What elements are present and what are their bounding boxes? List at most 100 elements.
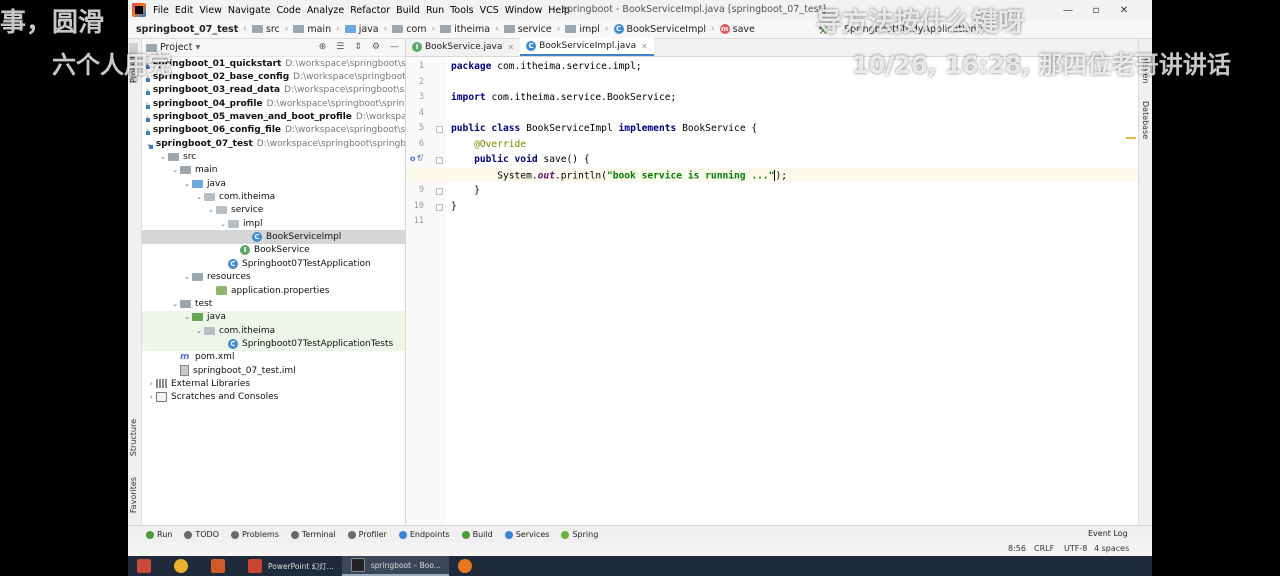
tree-item-impl[interactable]: ⌄ impl bbox=[142, 217, 405, 230]
chevron-right-icon[interactable]: › bbox=[146, 380, 156, 388]
fold-marker-icon[interactable] bbox=[436, 188, 443, 195]
tree-item-springboot-07-test-iml[interactable]: springboot_07_test.iml bbox=[142, 364, 405, 377]
tree-item-resources[interactable]: ⌄ resources bbox=[142, 271, 405, 284]
tool-window-terminal[interactable]: Terminal bbox=[290, 530, 336, 539]
tree-item-java[interactable]: ⌄ java bbox=[142, 310, 405, 324]
gear-icon[interactable]: ⚙ bbox=[372, 42, 380, 52]
tree-item-external-libraries[interactable]: › External Libraries bbox=[142, 377, 405, 390]
tree-item-springboot07testapplicationtests[interactable]: C Springboot07TestApplicationTests bbox=[142, 337, 405, 351]
chevron-down-icon[interactable]: ⌄ bbox=[158, 153, 168, 161]
menu-vcs[interactable]: VCS bbox=[477, 5, 502, 16]
menu-refactor[interactable]: Refactor bbox=[347, 5, 393, 16]
tree-item-springboot-01-quickstart[interactable]: › springboot_01_quickstart D:\workspace\sp… bbox=[142, 57, 405, 70]
tree-item-bookserviceimpl[interactable]: C BookServiceImpl bbox=[142, 230, 405, 244]
menu-tools[interactable]: Tools bbox=[447, 5, 476, 16]
tool-window-spring[interactable]: Spring bbox=[561, 530, 598, 539]
chevron-down-icon[interactable]: ⌄ bbox=[170, 166, 180, 174]
tool-window-build[interactable]: Build bbox=[461, 530, 493, 539]
breadcrumb-item-impl[interactable]: impl bbox=[565, 24, 600, 35]
tool-window-profiler[interactable]: Profiler bbox=[347, 530, 387, 539]
chevron-down-icon[interactable]: ⌄ bbox=[182, 313, 192, 321]
tool-window-endpoints[interactable]: Endpoints bbox=[398, 530, 450, 539]
project-panel-title[interactable]: Project bbox=[160, 42, 193, 53]
fold-marker-icon[interactable] bbox=[436, 157, 443, 164]
tree-item-src[interactable]: ⌄ src bbox=[142, 150, 405, 163]
tab-bookservice-java[interactable]: I BookService.java ✕ bbox=[406, 38, 520, 56]
tree-item-springboot-06-config-file[interactable]: › springboot_06_config_file D:\workspace\s… bbox=[142, 124, 405, 137]
tool-window-run[interactable]: Run bbox=[146, 530, 172, 539]
breadcrumb-item-save[interactable]: m save bbox=[719, 24, 755, 35]
menu-analyze[interactable]: Analyze bbox=[304, 5, 347, 16]
close-button[interactable]: ✕ bbox=[1110, 0, 1138, 20]
editor-text-area[interactable]: package com.itheima.service.impl; import … bbox=[406, 57, 1138, 525]
tree-item-com-itheima[interactable]: ⌄ com.itheima bbox=[142, 190, 405, 203]
menu-edit[interactable]: Edit bbox=[172, 5, 196, 16]
menu-navigate[interactable]: Navigate bbox=[225, 5, 274, 16]
close-tab-icon[interactable]: ✕ bbox=[507, 43, 514, 52]
taskbar-app-4[interactable]: springboot – Boo... bbox=[341, 556, 449, 576]
taskbar-app-5[interactable] bbox=[449, 556, 486, 576]
chevron-down-icon[interactable]: ⌄ bbox=[206, 206, 216, 214]
tree-item-bookservice[interactable]: I BookService bbox=[142, 244, 405, 257]
menu-code[interactable]: Code bbox=[273, 5, 303, 16]
chevron-down-icon[interactable]: ⌄ bbox=[194, 327, 204, 335]
override-method-icon[interactable]: o↑ bbox=[410, 154, 422, 163]
tool-tab-project[interactable]: Project bbox=[129, 43, 138, 83]
build-hammer-icon[interactable]: ⚒ bbox=[818, 24, 830, 37]
menu-run[interactable]: Run bbox=[423, 5, 447, 16]
taskbar-app-2[interactable] bbox=[202, 556, 239, 576]
event-log-button[interactable]: Event Log bbox=[1088, 529, 1144, 538]
tree-item-springboot-07-test[interactable]: ⌄ springboot_07_test D:\workspace\springbo… bbox=[142, 137, 405, 150]
tree-item-com-itheima[interactable]: ⌄ com.itheima bbox=[142, 323, 405, 338]
tree-item-java[interactable]: ⌄ java bbox=[142, 177, 405, 190]
chevron-down-icon[interactable]: ⌄ bbox=[182, 273, 192, 281]
fold-marker-icon[interactable] bbox=[436, 126, 443, 133]
menu-window[interactable]: Window bbox=[502, 5, 545, 16]
tree-item-springboot-03-read-data[interactable]: › springboot_03_read_data D:\workspace\spr… bbox=[142, 84, 405, 97]
close-tab-icon[interactable]: ✕ bbox=[641, 42, 648, 51]
collapse-all-icon[interactable]: ⇕ bbox=[354, 42, 362, 52]
tree-item-springboot07testapplication[interactable]: C Springboot07TestApplication bbox=[142, 257, 405, 270]
tree-item-springboot-04-profile[interactable]: › springboot_04_profile D:\workspace\sprin… bbox=[142, 97, 405, 110]
hide-icon[interactable]: — bbox=[390, 42, 399, 52]
breadcrumb-item-bookserviceimpl[interactable]: C BookServiceImpl bbox=[613, 24, 706, 35]
menu-file[interactable]: File bbox=[150, 5, 172, 16]
line-separator[interactable]: CRLF bbox=[1034, 544, 1054, 553]
menu-build[interactable]: Build bbox=[393, 5, 423, 16]
tree-item-main[interactable]: ⌄ main bbox=[142, 164, 405, 177]
chevron-down-icon[interactable]: ⌄ bbox=[218, 220, 228, 228]
tool-tab-maven[interactable]: Maven bbox=[1141, 57, 1150, 84]
tool-tab-database[interactable]: Database bbox=[1141, 101, 1150, 139]
fold-marker-icon[interactable] bbox=[436, 203, 443, 211]
expand-all-icon[interactable]: ☰ bbox=[336, 42, 344, 52]
tree-item-pom-xml[interactable]: m pom.xml bbox=[142, 351, 405, 364]
tool-window-services[interactable]: Services bbox=[504, 530, 549, 539]
locate-icon[interactable]: ⊕ bbox=[319, 42, 327, 52]
tree-item-springboot-05-maven-and-boot-profile[interactable]: › springboot_05_maven_and_boot_profile D:\… bbox=[142, 110, 405, 123]
breadcrumb-item-service[interactable]: service bbox=[503, 24, 552, 35]
breadcrumb-item-src[interactable]: src bbox=[251, 24, 280, 35]
chevron-down-icon[interactable]: ▾ bbox=[196, 42, 201, 53]
breadcrumb-project[interactable]: springboot_07_test bbox=[136, 24, 238, 35]
tab-bookserviceimpl-java[interactable]: C BookServiceImpl.java ✕ bbox=[520, 38, 654, 56]
indent-setting[interactable]: 4 spaces bbox=[1094, 544, 1129, 553]
file-encoding[interactable]: UTF-8 bbox=[1064, 544, 1087, 553]
tool-tab-structure[interactable]: Structure bbox=[129, 419, 138, 456]
warning-stripe-marker[interactable] bbox=[1126, 137, 1136, 139]
breadcrumb-item-com[interactable]: com bbox=[392, 24, 427, 35]
breadcrumb-item-itheima[interactable]: itheima bbox=[440, 24, 490, 35]
breadcrumb-item-main[interactable]: main bbox=[293, 24, 331, 35]
restore-button[interactable]: ▫ bbox=[1082, 0, 1110, 20]
tool-tab-favorites[interactable]: Favorites bbox=[129, 477, 138, 513]
run-configuration-selector[interactable]: ⚒ SpringbootStudyApplication ▾ bbox=[818, 22, 985, 37]
chevron-right-icon[interactable]: › bbox=[146, 393, 156, 401]
tree-item-springboot-02-base-config[interactable]: › springboot_02_base_config D:\workspace\s… bbox=[142, 70, 405, 83]
caret-position[interactable]: 8:56 bbox=[1008, 544, 1026, 553]
breadcrumb-item-java[interactable]: java bbox=[344, 24, 379, 35]
chevron-down-icon[interactable]: ⌄ bbox=[170, 300, 180, 308]
tool-window-problems[interactable]: Problems bbox=[230, 530, 279, 539]
taskbar-app-1[interactable] bbox=[165, 556, 202, 576]
tree-item-test[interactable]: ⌄ test bbox=[142, 297, 405, 310]
menu-view[interactable]: View bbox=[196, 5, 225, 16]
chevron-down-icon[interactable]: ⌄ bbox=[194, 193, 204, 201]
